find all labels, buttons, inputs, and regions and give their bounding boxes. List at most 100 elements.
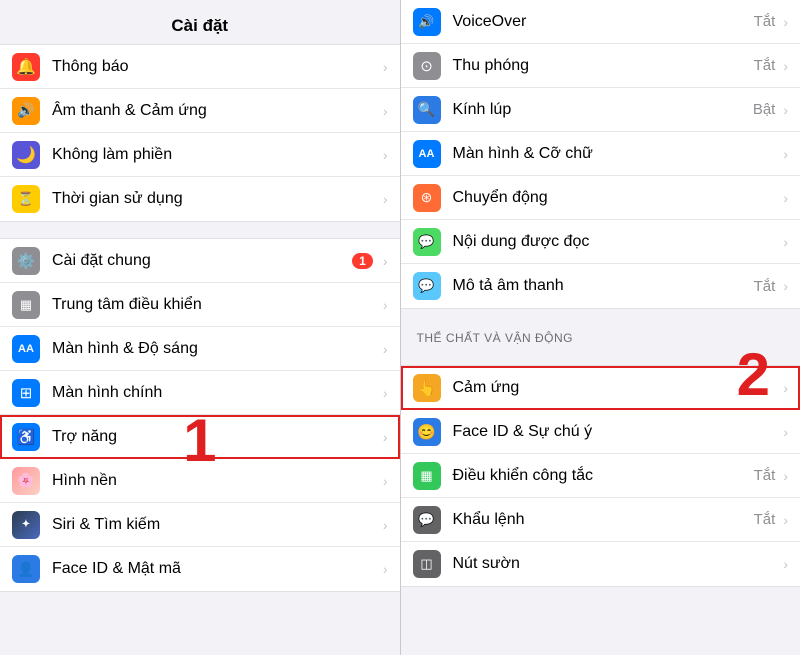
sidebar-item-kinh-lup[interactable]: 🔍 Kính lúp Bật ›: [401, 88, 800, 132]
am-thanh-label: Âm thanh & Cảm ứng: [52, 102, 379, 120]
sidebar-item-mo-ta[interactable]: 💬 Mô tả âm thanh Tắt ›: [401, 264, 800, 308]
cai-dat-chung-icon: ⚙️: [12, 247, 40, 275]
noi-dung-chevron: ›: [783, 234, 788, 250]
sidebar-item-khong-lam-phien[interactable]: 🌙 Không làm phiền ›: [0, 133, 400, 177]
right-settings-panel: 🔊 VoiceOver Tắt › ⊙ Thu phóng Tắt › 🔍 Kí…: [401, 0, 800, 587]
dieu-khien-value: Tắt: [754, 467, 776, 484]
right-group-2: 👆 Cảm ứng › 😊 Face ID & Sự chú ý › ▦ Điề…: [401, 365, 800, 587]
left-group-2: ⚙️ Cài đặt chung 1 › ▦ Trung tâm điều kh…: [0, 238, 400, 592]
sidebar-item-man-hinh-co-chu[interactable]: AA Màn hình & Cỡ chữ ›: [401, 132, 800, 176]
thong-bao-label: Thông báo: [52, 58, 379, 76]
man-hinh-chinh-icon: ⊞: [12, 379, 40, 407]
thu-phong-icon: ⊙: [413, 52, 441, 80]
hinh-nen-icon: 🌸: [12, 467, 40, 495]
voiceover-icon: 🔊: [413, 8, 441, 36]
sidebar-item-hinh-nen[interactable]: 🌸 Hình nền ›: [0, 459, 400, 503]
cai-dat-chung-chevron: ›: [383, 253, 388, 269]
cam-ung-chevron: ›: [783, 380, 788, 396]
sidebar-item-siri[interactable]: ✦ Siri & Tìm kiếm ›: [0, 503, 400, 547]
voiceover-chevron: ›: [783, 14, 788, 30]
left-panel-header: Cài đặt: [0, 0, 400, 45]
dieu-khien-chevron: ›: [783, 468, 788, 484]
sidebar-item-khau-lenh[interactable]: 💬 Khẩu lệnh Tắt ›: [401, 498, 800, 542]
sidebar-item-thu-phong[interactable]: ⊙ Thu phóng Tắt ›: [401, 44, 800, 88]
khau-lenh-chevron: ›: [783, 512, 788, 528]
man-hinh-co-chu-chevron: ›: [783, 146, 788, 162]
right-settings-list: 🔊 VoiceOver Tắt › ⊙ Thu phóng Tắt › 🔍 Kí…: [401, 0, 800, 587]
left-settings-panel: Cài đặt 🔔 Thông báo › 🔊 Âm thanh & Cảm ứ…: [0, 0, 400, 592]
voiceover-label: VoiceOver: [453, 13, 754, 31]
trung-tam-label: Trung tâm điều khiển: [52, 296, 379, 314]
face-id-mat-ma-label: Face ID & Mật mã: [52, 560, 379, 578]
sidebar-item-am-thanh[interactable]: 🔊 Âm thanh & Cảm ứng ›: [0, 89, 400, 133]
man-hinh-chinh-label: Màn hình chính: [52, 384, 379, 402]
sidebar-item-voiceover[interactable]: 🔊 VoiceOver Tắt ›: [401, 0, 800, 44]
am-thanh-chevron: ›: [383, 103, 388, 119]
cai-dat-chung-badge: 1: [352, 253, 373, 269]
left-panel: Cài đặt 🔔 Thông báo › 🔊 Âm thanh & Cảm ứ…: [0, 0, 400, 655]
tro-nang-label: Trợ năng: [52, 428, 379, 446]
face-id-su-chu-y-icon: 😊: [413, 418, 441, 446]
thong-bao-chevron: ›: [383, 59, 388, 75]
nut-suon-icon: ◫: [413, 550, 441, 578]
tro-nang-icon: ♿: [12, 423, 40, 451]
siri-icon: ✦: [12, 511, 40, 539]
mo-ta-chevron: ›: [783, 278, 788, 294]
sidebar-item-face-id-su-chu-y[interactable]: 😊 Face ID & Sự chú ý ›: [401, 410, 800, 454]
kinh-lup-value: Bật: [753, 101, 776, 118]
sidebar-item-face-id-mat-ma[interactable]: 👤 Face ID & Mật mã ›: [0, 547, 400, 591]
right-group-1: 🔊 VoiceOver Tắt › ⊙ Thu phóng Tắt › 🔍 Kí…: [401, 0, 800, 309]
noi-dung-icon: 💬: [413, 228, 441, 256]
nut-suon-chevron: ›: [783, 556, 788, 572]
sidebar-item-noi-dung[interactable]: 💬 Nội dung được đọc ›: [401, 220, 800, 264]
siri-chevron: ›: [383, 517, 388, 533]
cam-ung-icon: 👆: [413, 374, 441, 402]
sidebar-item-tro-nang[interactable]: ♿ Trợ năng ›: [0, 415, 400, 459]
thoi-gian-label: Thời gian sử dụng: [52, 190, 379, 208]
khau-lenh-label: Khẩu lệnh: [453, 511, 754, 529]
right-panel: 🔊 VoiceOver Tắt › ⊙ Thu phóng Tắt › 🔍 Kí…: [401, 0, 800, 655]
the-chat-section-header: THỂ CHẤT VÀ VẬN ĐỘNG: [401, 325, 800, 349]
sidebar-item-man-hinh-chinh[interactable]: ⊞ Màn hình chính ›: [0, 371, 400, 415]
khau-lenh-icon: 💬: [413, 506, 441, 534]
khau-lenh-value: Tắt: [754, 511, 776, 528]
left-settings-list: 🔔 Thông báo › 🔊 Âm thanh & Cảm ứng › 🌙 K…: [0, 45, 400, 592]
face-id-su-chu-y-chevron: ›: [783, 424, 788, 440]
sidebar-item-thoi-gian[interactable]: ⏳ Thời gian sử dụng ›: [0, 177, 400, 221]
sidebar-item-nut-suon[interactable]: ◫ Nút sườn ›: [401, 542, 800, 586]
chuyen-dong-chevron: ›: [783, 190, 788, 206]
thu-phong-chevron: ›: [783, 58, 788, 74]
dieu-khien-label: Điều khiển công tắc: [453, 467, 754, 485]
sidebar-item-chuyen-dong[interactable]: ⊛ Chuyển động ›: [401, 176, 800, 220]
sidebar-item-man-hinh-do-sang[interactable]: AA Màn hình & Độ sáng ›: [0, 327, 400, 371]
man-hinh-do-sang-label: Màn hình & Độ sáng: [52, 340, 379, 358]
am-thanh-icon: 🔊: [12, 97, 40, 125]
face-id-mat-ma-chevron: ›: [383, 561, 388, 577]
cai-dat-chung-label: Cài đặt chung: [52, 252, 352, 270]
sidebar-item-thong-bao[interactable]: 🔔 Thông báo ›: [0, 45, 400, 89]
khong-lam-phien-label: Không làm phiền: [52, 146, 379, 164]
man-hinh-chinh-chevron: ›: [383, 385, 388, 401]
siri-label: Siri & Tìm kiếm: [52, 516, 379, 534]
thoi-gian-icon: ⏳: [12, 185, 40, 213]
thoi-gian-chevron: ›: [383, 191, 388, 207]
trung-tam-icon: ▦: [12, 291, 40, 319]
thu-phong-label: Thu phóng: [453, 57, 754, 75]
khong-lam-phien-icon: 🌙: [12, 141, 40, 169]
tro-nang-chevron: ›: [383, 429, 388, 445]
man-hinh-do-sang-icon: AA: [12, 335, 40, 363]
mo-ta-icon: 💬: [413, 272, 441, 300]
kinh-lup-label: Kính lúp: [453, 101, 753, 119]
sidebar-item-cai-dat-chung[interactable]: ⚙️ Cài đặt chung 1 ›: [0, 239, 400, 283]
noi-dung-label: Nội dung được đọc: [453, 233, 780, 251]
chuyen-dong-icon: ⊛: [413, 184, 441, 212]
face-id-mat-ma-icon: 👤: [12, 555, 40, 583]
mo-ta-value: Tắt: [754, 278, 776, 295]
sidebar-item-dieu-khien[interactable]: ▦ Điều khiển công tắc Tắt ›: [401, 454, 800, 498]
sidebar-item-trung-tam[interactable]: ▦ Trung tâm điều khiển ›: [0, 283, 400, 327]
sidebar-item-cam-ung[interactable]: 👆 Cảm ứng ›: [401, 366, 800, 410]
hinh-nen-label: Hình nền: [52, 472, 379, 490]
kinh-lup-icon: 🔍: [413, 96, 441, 124]
chuyen-dong-label: Chuyển động: [453, 189, 780, 207]
hinh-nen-chevron: ›: [383, 473, 388, 489]
